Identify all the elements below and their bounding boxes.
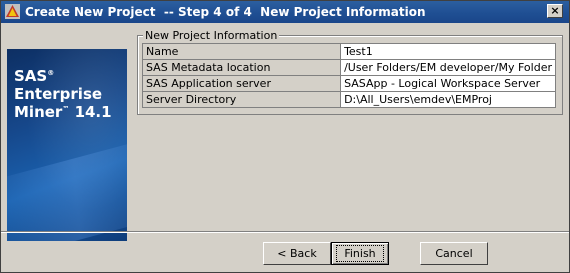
brand-version: 14.1 xyxy=(74,103,112,121)
finish-button[interactable]: Finish xyxy=(331,242,389,265)
group-label: New Project Information xyxy=(143,29,280,42)
back-button[interactable]: < Back xyxy=(263,242,331,265)
row-value[interactable]: /User Folders/EM developer/My Folder xyxy=(340,59,556,76)
row-key: SAS Metadata location xyxy=(141,59,342,76)
sas-app-icon xyxy=(5,4,20,19)
title-bar[interactable]: Create New Project -- Step 4 of 4 New Pr… xyxy=(1,1,569,23)
back-button-label: < Back xyxy=(277,247,317,260)
table-row: Server Directory D:\All_Users\emdev\EMPr… xyxy=(141,91,556,108)
create-project-dialog: Create New Project -- Step 4 of 4 New Pr… xyxy=(0,0,570,273)
brand-line-enterprise: Enterprise xyxy=(14,85,103,103)
row-value[interactable]: SASApp - Logical Workspace Server xyxy=(340,75,556,92)
footer-separator xyxy=(1,231,569,233)
finish-button-label: Finish xyxy=(336,245,384,262)
row-key: SAS Application server xyxy=(141,75,342,92)
row-value[interactable]: D:\All_Users\emdev\EMProj xyxy=(340,91,556,108)
sas-brand-panel: SAS® Enterprise Miner™ 14.1 xyxy=(7,49,127,241)
brand-sas-text: SAS xyxy=(14,67,48,85)
brand-registered-mark: ® xyxy=(47,69,55,77)
table-row: SAS Application server SASApp - Logical … xyxy=(141,75,556,92)
close-button[interactable]: × xyxy=(547,4,563,18)
row-value[interactable]: Test1 xyxy=(340,43,556,60)
row-key: Server Directory xyxy=(141,91,342,108)
project-info-table: Name Test1 SAS Metadata location /User F… xyxy=(141,43,556,108)
brand-trademark: ™ xyxy=(62,105,70,113)
table-row: SAS Metadata location /User Folders/EM d… xyxy=(141,59,556,76)
brand-miner-text: Miner xyxy=(14,103,63,121)
close-icon: × xyxy=(550,4,560,17)
window-title: Create New Project -- Step 4 of 4 New Pr… xyxy=(25,5,426,19)
row-key: Name xyxy=(141,43,342,60)
brand-streak xyxy=(7,137,127,241)
cancel-button[interactable]: Cancel xyxy=(420,242,488,265)
cancel-button-label: Cancel xyxy=(435,247,473,260)
brand-line-miner: Miner™ 14.1 xyxy=(14,103,112,121)
table-row: Name Test1 xyxy=(141,43,556,60)
brand-line-sas: SAS® xyxy=(14,67,54,85)
